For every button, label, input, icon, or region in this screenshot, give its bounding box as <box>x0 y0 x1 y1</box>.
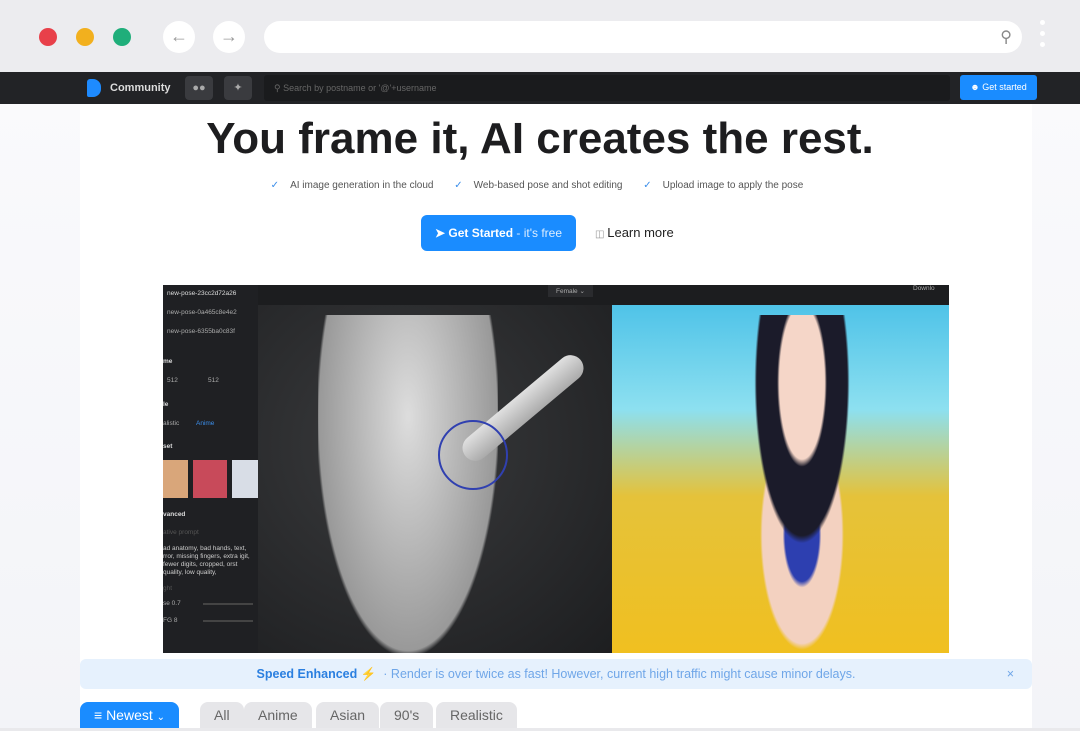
search-icon: ⚲ <box>1000 29 1012 46</box>
feature-item: ✓ Web-based pose and shot editing <box>454 180 628 191</box>
logo[interactable] <box>87 79 101 97</box>
cta-sublabel: - it's free <box>513 226 563 240</box>
tag-all[interactable]: All <box>200 702 244 728</box>
forward-button[interactable]: → <box>213 21 245 53</box>
feature-text: AI image generation in the cloud <box>290 180 434 191</box>
get-started-nav-button[interactable]: ☻ Get started <box>960 75 1037 100</box>
pose-item: new-pose-6355ba0c83f <box>167 328 235 335</box>
tag-90s[interactable]: 90's <box>380 702 434 728</box>
sort-value: Newest <box>106 707 153 723</box>
preset-thumbnail[interactable] <box>232 460 258 498</box>
speed-banner: Speed Enhanced ⚡ · Render is over twice … <box>80 659 1032 689</box>
search-icon: ⚲ <box>274 83 284 93</box>
download-button[interactable]: Downlo <box>913 285 935 292</box>
book-icon: ◫ <box>595 229 608 240</box>
tag-anime[interactable]: Anime <box>244 702 312 728</box>
check-icon: ✓ <box>270 180 280 191</box>
get-started-label: Get started <box>982 82 1027 92</box>
check-icon: ✓ <box>643 180 652 191</box>
negative-prompt: ad anatomy, bad hands, text, rror, missi… <box>163 545 250 576</box>
check-icon: ✓ <box>454 180 463 191</box>
style-label: le <box>163 401 169 408</box>
app-preview-screenshot: new-pose-23cc2d72a26 new-pose-0a465c8e4e… <box>163 285 949 653</box>
close-icon[interactable]: × <box>1007 659 1014 689</box>
preset-label: set <box>163 443 173 450</box>
user-icon: ☻ <box>970 82 983 92</box>
address-bar[interactable]: ⚲ <box>264 21 1022 53</box>
cta-label: Get Started <box>448 226 514 240</box>
advanced-label: vanced <box>163 511 186 518</box>
brand-name[interactable]: Community <box>110 82 171 94</box>
style-anime: Anime <box>196 420 215 427</box>
browser-chrome: ← → ⚲ <box>0 0 1080 72</box>
filter-bar: ≡ Newest ⌄ All Anime Asian 90's Realisti… <box>80 702 1032 728</box>
width-value: 512 <box>167 377 178 384</box>
cfg-slider[interactable] <box>203 620 253 622</box>
preset-thumbnail[interactable] <box>193 460 227 498</box>
more-menu-icon[interactable] <box>1040 20 1046 53</box>
frame-label: me <box>163 358 173 365</box>
cfg-value: FG 8 <box>163 617 178 624</box>
twitter-icon[interactable]: ✦ <box>224 76 252 100</box>
rocket-icon: ➤ <box>434 226 449 240</box>
discord-icon[interactable]: ●● <box>185 76 213 100</box>
tag-asian[interactable]: Asian <box>316 702 380 728</box>
chevron-down-icon: ⌄ <box>156 712 166 723</box>
back-button[interactable]: ← <box>163 21 195 53</box>
height-value: 512 <box>208 377 219 384</box>
close-window-button[interactable] <box>39 28 57 46</box>
learn-more-link[interactable]: ◫ Learn more <box>595 225 674 240</box>
negative-prompt-label: ative prompt <box>163 529 199 536</box>
lightning-icon: ⚡ <box>360 667 377 681</box>
search-placeholder: Search by postname or '@'+username <box>283 83 437 93</box>
learn-more-label: Learn more <box>607 225 674 240</box>
site-header: Community ●● ✦ ⚲ Search by postname or '… <box>0 72 1080 104</box>
get-started-button[interactable]: ➤ Get Started - it's free <box>421 215 576 251</box>
rotation-gizmo[interactable] <box>438 420 508 490</box>
pose-weight: se 0.7 <box>163 600 181 607</box>
search-input[interactable]: ⚲ Search by postname or '@'+username <box>264 75 950 101</box>
pose-slider[interactable] <box>203 603 253 605</box>
preview-sidebar: new-pose-23cc2d72a26 new-pose-0a465c8e4e… <box>163 285 258 653</box>
3d-pose-viewport[interactable] <box>258 305 612 653</box>
feature-text: Web-based pose and shot editing <box>473 180 623 191</box>
sort-icon: ≡ <box>94 707 107 723</box>
feature-list: ✓ AI image generation in the cloud ✓ Web-b… <box>0 180 1080 191</box>
feature-text: Upload image to apply the pose <box>662 180 804 191</box>
weight-label: ght <box>163 585 173 592</box>
generated-image <box>612 305 949 653</box>
banner-message: · Render is over twice as fast! However,… <box>383 667 856 681</box>
page: Community ●● ✦ ⚲ Search by postname or '… <box>0 72 1080 728</box>
minimize-window-button[interactable] <box>76 28 94 46</box>
feature-item: ✓ Upload image to apply the pose <box>643 180 809 191</box>
banner-title: Speed Enhanced <box>256 667 358 681</box>
preset-thumbnail[interactable] <box>163 460 188 498</box>
feature-item: ✓ AI image generation in the cloud <box>271 180 440 191</box>
anime-character <box>722 315 882 653</box>
gender-select[interactable]: Female ⌄ <box>548 285 593 297</box>
hero-title: You frame it, AI creates the rest. <box>206 114 874 163</box>
sort-dropdown[interactable]: ≡ Newest ⌄ <box>80 702 180 728</box>
pose-item: new-pose-23cc2d72a26 <box>167 290 237 297</box>
tag-realistic[interactable]: Realistic <box>436 702 517 728</box>
style-realistic: alistic <box>163 420 180 427</box>
maximize-window-button[interactable] <box>113 28 131 46</box>
pose-item: new-pose-0a465c8e4e2 <box>167 309 237 316</box>
gender-value: Female <box>556 288 578 295</box>
